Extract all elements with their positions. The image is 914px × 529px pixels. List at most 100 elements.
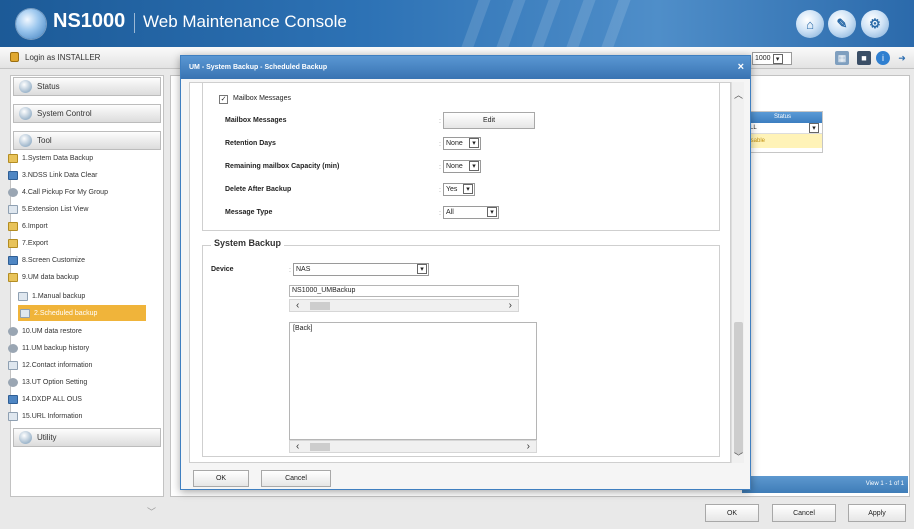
chevron-right-icon[interactable]: ›	[527, 441, 530, 452]
chevron-down-icon: ▾	[417, 264, 427, 274]
close-icon[interactable]: ×	[738, 61, 744, 73]
sidebar-item-ndss-link-data-clear[interactable]: 3.NDSS Link Data Clear	[8, 167, 97, 183]
url-icon	[8, 411, 18, 421]
backup-path-field[interactable]: NS1000_UMBackup	[289, 285, 519, 297]
sidebar-item-label: 4.Call Pickup For My Group	[22, 188, 108, 196]
unit-select[interactable]: 1000 ▾	[752, 52, 792, 65]
colon: :	[439, 187, 441, 194]
save-icon[interactable]: ■	[857, 51, 871, 65]
dialog-body: ✓ Mailbox Messages Mailbox Messages : Ed…	[189, 82, 731, 463]
exit-icon[interactable]: ➜	[895, 51, 909, 65]
delete-after-backup-value: Yes	[446, 186, 458, 193]
chevron-down-icon: ▾	[469, 138, 479, 148]
dialog-title: UM - System Backup - Scheduled Backup	[189, 64, 328, 71]
backup-icon	[18, 291, 28, 301]
chevron-down-icon[interactable]: ﹀	[734, 450, 743, 463]
group-icon	[8, 187, 18, 197]
sidebar-item-label: 10.UM data restore	[22, 327, 82, 335]
device-select[interactable]: NAS ▾	[293, 263, 429, 276]
sidebar-item-label: 15.URL Information	[22, 412, 83, 420]
mailbox-messages-label: Mailbox Messages	[225, 117, 287, 124]
sidebar-item-import[interactable]: 6.Import	[8, 218, 48, 234]
chevron-left-icon[interactable]: ‹	[296, 441, 299, 452]
chevron-down-icon: ▾	[772, 53, 783, 64]
header-separator	[134, 13, 135, 33]
sidebar-item-ut-option-setting[interactable]: 13.UT Option Setting	[8, 374, 87, 390]
sidebar-item-call-pickup[interactable]: 4.Call Pickup For My Group	[8, 184, 108, 200]
dialog-vertical-scrollbar[interactable]: ︿ ﹀	[731, 82, 744, 463]
sidebar-section-tool[interactable]: Tool	[13, 131, 161, 150]
retention-days-label: Retention Days	[225, 140, 276, 147]
gear-icon[interactable]: ⚙	[861, 10, 889, 38]
sidebar-item-scheduled-backup[interactable]: 2.Scheduled backup	[18, 305, 146, 321]
sidebar-item-um-data-restore[interactable]: 10.UM data restore	[8, 323, 82, 339]
listbox-horizontal-scrollbar[interactable]: ‹ ›	[289, 440, 537, 453]
list-icon	[8, 204, 18, 214]
sidebar-item-label: 5.Extension List View	[22, 205, 89, 213]
chevron-up-icon[interactable]: ︿	[734, 88, 743, 101]
sidebar-item-extension-list-view[interactable]: 5.Extension List View	[8, 201, 88, 217]
scrollbar-thumb[interactable]	[310, 443, 330, 451]
sidebar-item-dxdp-all-ous[interactable]: 14.DXDP ALL OUS	[8, 391, 82, 407]
sidebar-section-label: Status	[37, 82, 60, 91]
scheduled-backup-dialog: UM - System Backup - Scheduled Backup × …	[180, 55, 751, 490]
chevron-down-icon: ▾	[809, 123, 819, 133]
status-filter-select[interactable]: ALL ▾	[743, 123, 822, 134]
edit-button[interactable]: Edit	[443, 112, 535, 129]
device-value: NAS	[296, 266, 311, 273]
sidebar-item-label: 2.Scheduled backup	[34, 309, 98, 317]
sidebar-item-label: 11.UM backup history	[22, 344, 90, 352]
mailbox-messages-checkbox[interactable]: ✓	[219, 95, 228, 104]
remaining-capacity-select[interactable]: None ▾	[443, 160, 481, 173]
history-icon	[8, 343, 18, 353]
folder-listbox[interactable]: [Back]	[289, 322, 537, 440]
sidebar-item-label: 7.Export	[22, 239, 49, 247]
chevron-down-icon[interactable]: ﹀	[147, 505, 156, 518]
retention-days-select[interactable]: None ▾	[443, 137, 481, 150]
cancel-button[interactable]: Cancel	[772, 504, 836, 522]
sidebar-item-screen-customize[interactable]: 8.Screen Customize	[8, 252, 85, 268]
retention-days-value: None	[446, 140, 463, 147]
mailbox-messages-checkbox-label: Mailbox Messages	[233, 95, 291, 102]
sidebar-item-um-data-backup[interactable]: 9.UM data backup	[8, 269, 79, 285]
tool-icon[interactable]: ✎	[828, 10, 856, 38]
sidebar-section-utility[interactable]: Utility	[13, 428, 161, 447]
ok-button[interactable]: OK	[705, 504, 759, 522]
colon: :	[439, 164, 441, 171]
sidebar-section-system-control[interactable]: System Control	[13, 104, 161, 123]
sidebar-item-um-backup-history[interactable]: 11.UM backup history	[8, 340, 89, 356]
screen-icon	[8, 255, 18, 265]
scrollbar-thumb[interactable]	[310, 302, 330, 310]
colon: :	[289, 267, 291, 274]
chevron-right-icon[interactable]: ›	[509, 300, 512, 311]
apply-button[interactable]: Apply	[848, 504, 906, 522]
message-type-select[interactable]: All ▾	[443, 206, 499, 219]
device-label: Device	[211, 266, 234, 273]
sidebar-item-system-data-backup[interactable]: 1.System Data Backup	[8, 150, 93, 166]
system-control-icon	[19, 107, 32, 120]
scrollbar-thumb[interactable]	[734, 322, 743, 454]
chevron-down-icon: ▾	[463, 184, 473, 194]
folder-icon	[8, 221, 18, 231]
sidebar-section-status[interactable]: Status	[13, 77, 161, 96]
sidebar-item-contact-information[interactable]: 12.Contact information	[8, 357, 92, 373]
dialog-ok-button[interactable]: OK	[193, 470, 249, 487]
sidebar-item-url-information[interactable]: 15.URL Information	[8, 408, 82, 424]
status-cell: Disable	[743, 134, 822, 148]
delete-after-backup-label: Delete After Backup	[225, 186, 292, 193]
sidebar-item-manual-backup[interactable]: 1.Manual backup	[18, 288, 85, 304]
info-icon[interactable]: i	[876, 51, 890, 65]
brand-name: NS1000	[53, 10, 126, 32]
path-horizontal-scrollbar[interactable]: ‹ ›	[289, 299, 519, 312]
dialog-cancel-button[interactable]: Cancel	[261, 470, 331, 487]
restore-icon	[8, 326, 18, 336]
sidebar-item-export[interactable]: 7.Export	[8, 235, 48, 251]
login-status: Login as INSTALLER	[10, 52, 100, 62]
colon: :	[439, 141, 441, 148]
home-icon[interactable]: ⌂	[796, 10, 824, 38]
delete-after-backup-select[interactable]: Yes ▾	[443, 183, 475, 196]
option-icon	[8, 377, 18, 387]
table-icon[interactable]: ▦	[835, 51, 849, 65]
chevron-left-icon[interactable]: ‹	[296, 300, 299, 311]
list-item[interactable]: [Back]	[293, 325, 533, 332]
